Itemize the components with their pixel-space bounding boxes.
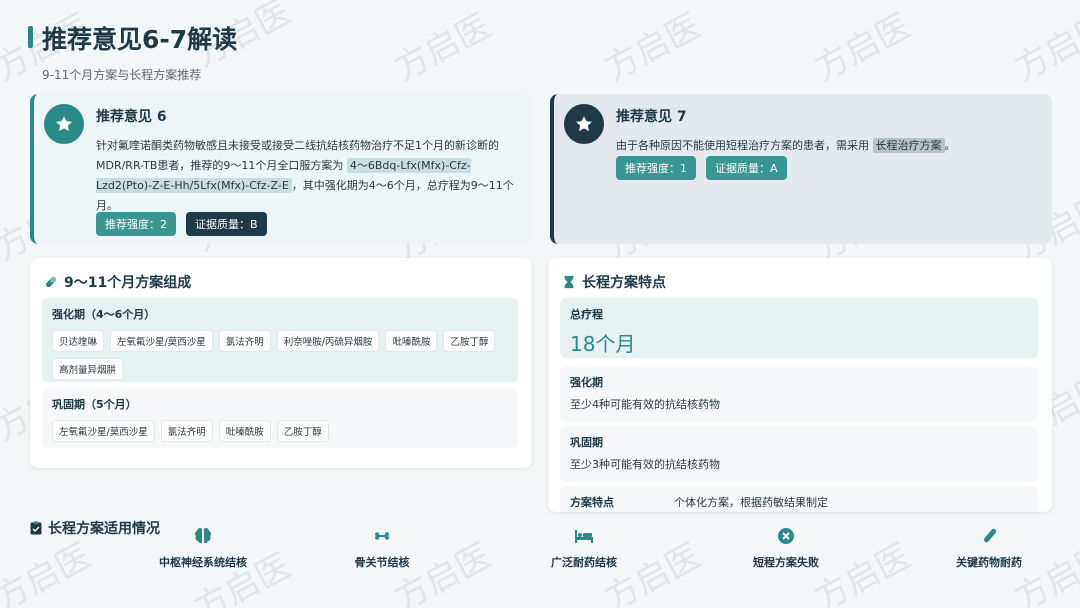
recommendation-strength-badge: 推荐强度：1 (616, 156, 696, 180)
applicability-item: 骨关节结核 (322, 526, 442, 570)
applicability-item: 中枢神经系统结核 (143, 526, 263, 570)
total-duration-value: 18个月 (570, 332, 636, 356)
applicability-label: 中枢神经系统结核 (159, 556, 247, 569)
watermark: 方启医 (808, 5, 918, 90)
evidence-quality-badge: 证据质量：B (186, 212, 267, 236)
pill-icon (45, 276, 57, 288)
applicability-label: 广泛耐药结核 (551, 556, 617, 569)
star-icon (564, 104, 604, 144)
regimen-trait-feature: 方案特点 个体化方案，根据药敏结果制定 (560, 486, 1038, 512)
hourglass-icon (564, 275, 574, 289)
watermark: 方启医 (388, 5, 498, 90)
drug-chip: 氯法齐明 (160, 420, 213, 442)
drug-chip: 氯法齐明 (218, 330, 271, 352)
applicability-item: 关键药物耐药 (929, 526, 1049, 570)
recommendation-6-card: 推荐意见 6 针对氟喹诺酮类药物敏感且未接受或接受二线抗结核药物治疗不足1个月的… (30, 94, 532, 244)
drug-chip: 乙胺丁醇 (276, 420, 329, 442)
recommendation-7-text: 由于各种原因不能使用短程治疗方案的患者，需采用 (616, 139, 873, 152)
recommendation-7-card: 推荐意见 7 由于各种原因不能使用短程治疗方案的患者，需采用 长程治疗方案。 推… (550, 94, 1052, 244)
total-duration-block: 总疗程 18个月 (560, 298, 1038, 358)
page-subtitle: 9-11个月方案与长程方案推荐 (42, 68, 202, 82)
applicability-item: 短程方案失败 (726, 526, 846, 570)
long-regimen-highlight: 长程治疗方案 (872, 138, 945, 153)
title-accent-bar (28, 26, 33, 48)
consolidation-text: 至少3种可能有效的抗结核药物 (570, 458, 720, 471)
regimen-composition-panel: 9～11个月方案组成 强化期（4～6个月） 贝达喹啉 左氧氟沙星/莫西沙星 氯法… (30, 258, 532, 468)
trait-label: 方案特点 (570, 496, 614, 509)
applicability-item: 广泛耐药结核 (524, 526, 644, 570)
watermark: 方启医 (598, 5, 708, 90)
applicability-label: 关键药物耐药 (956, 556, 1022, 569)
consolidation-phase-title: 巩固期（5个月） (52, 398, 137, 411)
long-regimen-features-panel: 长程方案特点 总疗程 18个月 强化期 至少4种可能有效的抗结核药物 巩固期 至… (548, 258, 1052, 512)
composition-heading: 9～11个月方案组成 (44, 272, 191, 292)
intensive-phase-feature: 强化期 至少4种可能有效的抗结核药物 (560, 366, 1038, 422)
recommendation-7-body: 由于各种原因不能使用短程治疗方案的患者，需采用 长程治疗方案。 (616, 136, 1038, 156)
hospital-bed-icon (575, 530, 593, 543)
intensive-phase-block: 强化期（4～6个月） 贝达喹啉 左氧氟沙星/莫西沙星 氯法齐明 利奈唑胺/丙硫异… (42, 298, 518, 382)
watermark: 方启医 (1008, 5, 1080, 90)
test-tube-icon (983, 528, 997, 543)
drug-chip: 吡嗪酰胺 (218, 420, 271, 442)
star-icon (44, 104, 84, 144)
composition-title: 9～11个月方案组成 (64, 275, 192, 291)
evidence-quality-badge: 证据质量：A (706, 156, 787, 180)
bone-icon (375, 532, 389, 540)
intensive-text: 至少4种可能有效的抗结核药物 (570, 398, 720, 411)
applicability-label: 短程方案失败 (753, 556, 819, 569)
x-circle-icon (778, 528, 794, 544)
drug-chip: 利奈唑胺/丙硫异烟胺 (276, 330, 380, 352)
recommendation-7-text-end: 。 (944, 139, 956, 152)
recommendation-strength-badge: 推荐强度：2 (96, 212, 176, 236)
consolidation-label: 巩固期 (570, 436, 603, 449)
intensive-label: 强化期 (570, 376, 603, 389)
total-duration-label: 总疗程 (570, 308, 603, 321)
watermark: 方启医 (0, 535, 98, 608)
features-heading: 长程方案特点 (562, 272, 666, 292)
brain-icon (194, 527, 212, 544)
consolidation-phase-feature: 巩固期 至少3种可能有效的抗结核药物 (560, 426, 1038, 482)
drug-chip: 贝达喹啉 (52, 330, 105, 352)
applicability-label: 骨关节结核 (354, 556, 410, 569)
trait-text: 个体化方案，根据药敏结果制定 (674, 496, 828, 509)
applicability-heading: 长程方案适用情况 (30, 518, 160, 538)
drug-chip: 左氧氟沙星/莫西沙星 (52, 420, 155, 442)
drug-chip: 左氧氟沙星/莫西沙星 (110, 330, 213, 352)
intensive-phase-title: 强化期（4～6个月） (52, 308, 156, 321)
drug-chip: 高剂量异烟肼 (52, 358, 124, 380)
consolidation-phase-block: 巩固期（5个月） 左氧氟沙星/莫西沙星 氯法齐明 吡嗪酰胺 乙胺丁醇 (42, 388, 518, 448)
page-title: 推荐意见6-7解读 (42, 25, 238, 54)
drug-chip: 吡嗪酰胺 (385, 330, 438, 352)
clipboard-check-icon (30, 521, 42, 535)
recommendation-6-body: 针对氟喹诺酮类药物敏感且未接受或接受二线抗结核药物治疗不足1个月的新诊断的MDR… (96, 136, 518, 216)
features-title: 长程方案特点 (582, 275, 666, 291)
recommendation-7-title: 推荐意见 7 (616, 109, 687, 125)
drug-chip: 乙胺丁醇 (443, 330, 496, 352)
recommendation-6-title: 推荐意见 6 (96, 109, 167, 125)
